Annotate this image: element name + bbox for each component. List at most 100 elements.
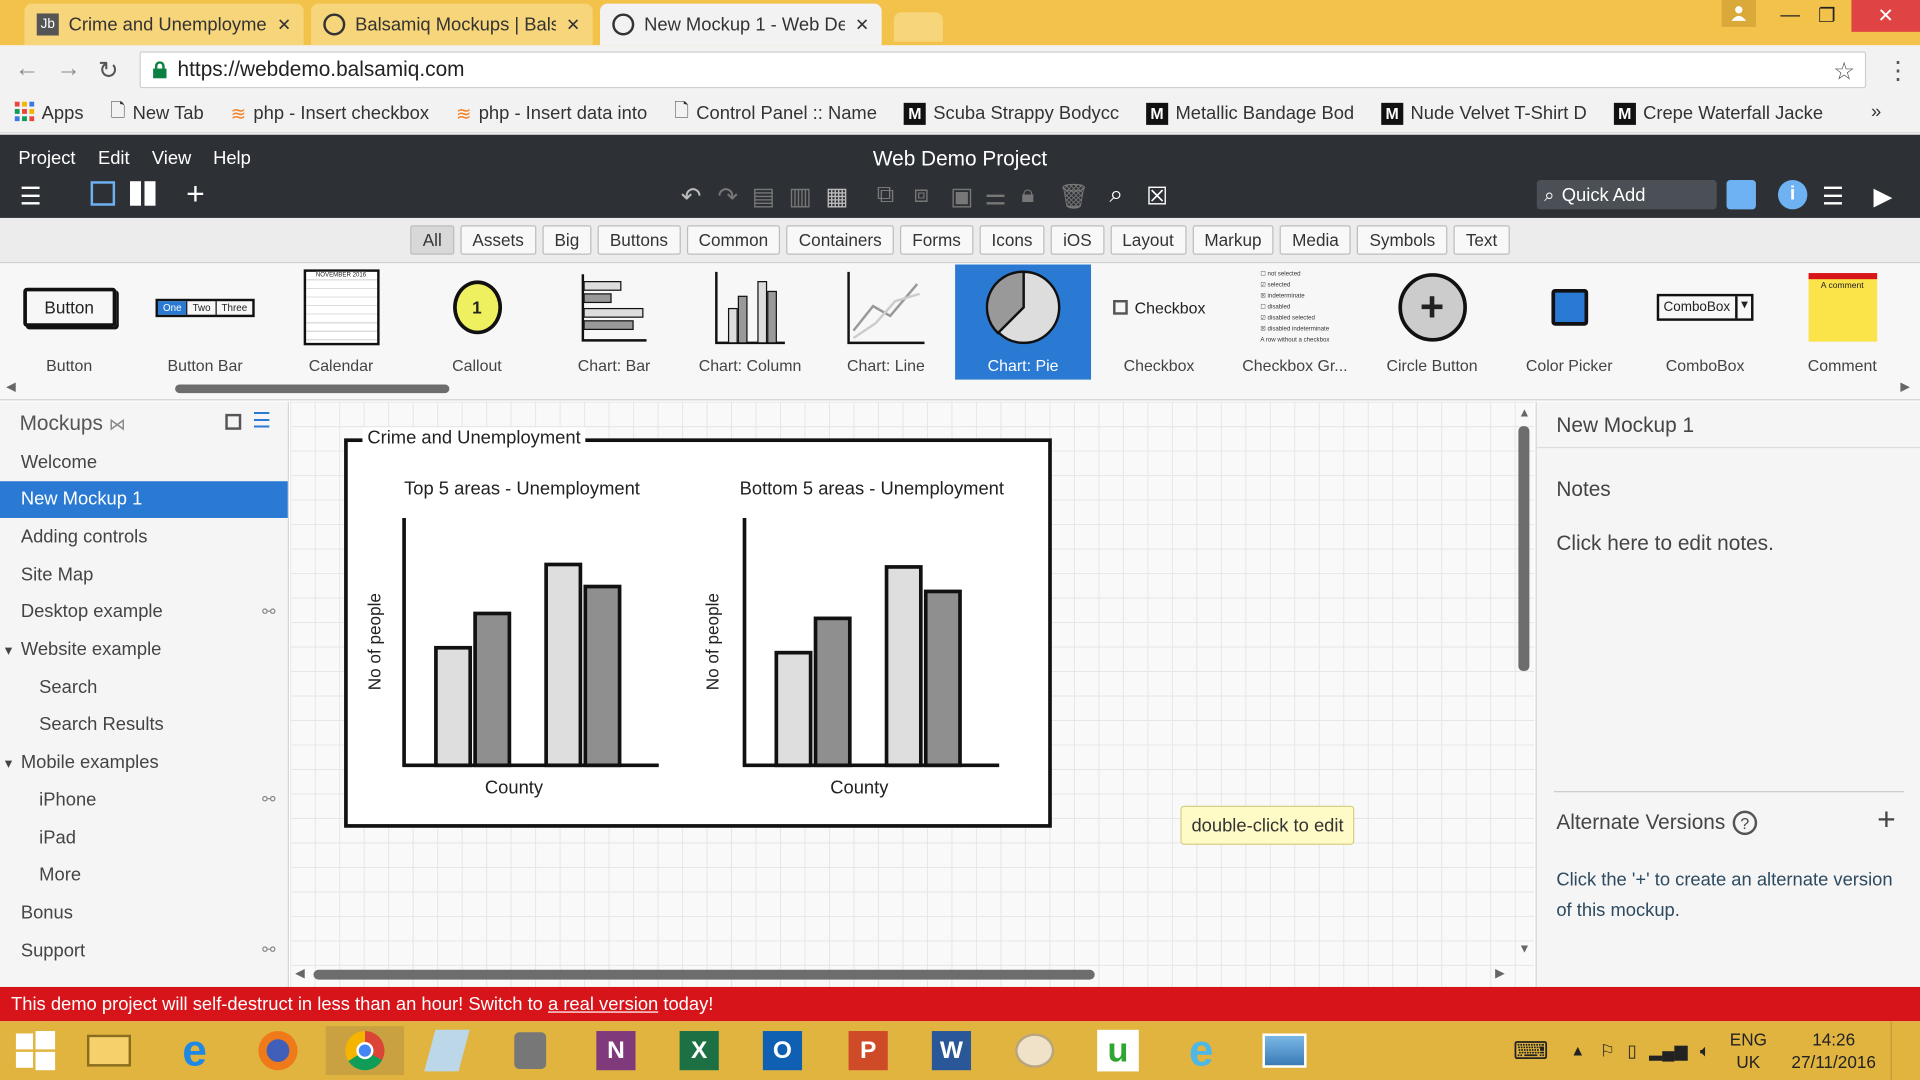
outlook-icon[interactable]: O [752, 1026, 813, 1075]
filter-buttons[interactable]: Buttons [597, 225, 681, 255]
volume-icon[interactable]: 🔈︎ [1700, 1040, 1710, 1061]
list-view-icon[interactable]: ☰ [252, 409, 271, 433]
profile-icon[interactable] [1721, 0, 1756, 27]
chrome-menu-icon[interactable]: ⋮ [1886, 55, 1910, 86]
restore-icon[interactable]: ❐ [1800, 0, 1854, 32]
windows-start-icon[interactable] [5, 1026, 66, 1075]
language-indicator[interactable]: ENG UK [1730, 1029, 1767, 1073]
sidebar-item[interactable]: More [0, 857, 288, 894]
notes-panel-icon[interactable]: ☰ [1822, 181, 1844, 212]
mockup-frame[interactable]: Crime and Unemployment Top 5 areas - Une… [344, 427, 1052, 828]
thumbnail-view-icon[interactable] [225, 413, 242, 430]
reload-icon[interactable]: ↻ [98, 55, 119, 86]
close-tab-icon[interactable]: ✕ [566, 14, 580, 35]
add-alternate-icon[interactable]: + [1877, 801, 1896, 839]
close-tab-icon[interactable]: ✕ [277, 14, 291, 35]
real-version-link[interactable]: a real version [548, 994, 658, 1015]
bookmark-item[interactable]: M Crepe Waterfall Jacke [1613, 102, 1823, 125]
excel-icon[interactable]: X [669, 1026, 730, 1075]
sidebar-item[interactable]: Search [0, 669, 288, 706]
paste-icon[interactable]: ▦ [825, 181, 848, 212]
lock-control-icon[interactable]: 🔒︎ [1021, 181, 1034, 209]
single-view-icon[interactable] [90, 181, 116, 206]
sidebar-item[interactable]: iPad [0, 819, 288, 856]
library-item-color-picker[interactable]: Color Picker [1501, 264, 1637, 379]
scroll-left-icon[interactable]: ◀ [6, 381, 15, 394]
bookmark-item[interactable]: M Nude Velvet T-Shirt D [1381, 102, 1587, 125]
bookmarks-overflow[interactable]: » [1871, 102, 1881, 123]
sidebar-item[interactable]: ▾ Mobile examples [0, 744, 288, 781]
library-item-callout[interactable]: 1 Callout [409, 264, 545, 379]
photos-icon[interactable] [1254, 1026, 1315, 1075]
firefox-icon[interactable] [247, 1026, 308, 1075]
show-desktop-button[interactable] [1890, 1021, 1920, 1080]
library-item-chart-line[interactable]: Chart: Line [818, 264, 954, 379]
file-explorer-icon[interactable] [78, 1026, 139, 1075]
word-icon[interactable]: W [921, 1026, 982, 1075]
library-item-button-bar[interactable]: One Two Three Button Bar [137, 264, 273, 379]
ungroup-icon[interactable]: ⧈ [913, 181, 929, 209]
filter-layout[interactable]: Layout [1110, 225, 1187, 255]
network-icon[interactable]: ▂▄▆ [1649, 1040, 1688, 1061]
scroll-left-icon[interactable]: ◀ [295, 967, 304, 980]
scroll-down-icon[interactable]: ▼ [1518, 943, 1530, 956]
sidebar-item[interactable]: Desktop example ⚯ [0, 594, 288, 631]
tray-expand-icon[interactable]: ▲ [1571, 1042, 1586, 1059]
filter-icons[interactable]: Icons [979, 225, 1045, 255]
battery-icon[interactable]: ▯ [1627, 1040, 1636, 1061]
filter-symbols[interactable]: Symbols [1357, 225, 1448, 255]
scroll-right-icon[interactable]: ▶ [1900, 381, 1909, 394]
undo-icon[interactable]: ↶ [681, 181, 702, 212]
cut-icon[interactable]: ▤ [752, 181, 775, 212]
sidebar-item[interactable]: Support ⚯ [0, 932, 288, 969]
filter-markup[interactable]: Markup [1192, 225, 1274, 255]
expand-arrow-icon[interactable]: ▾ [5, 641, 12, 658]
library-item-combobox[interactable]: ComboBox ▾ ComboBox [1637, 264, 1773, 379]
bookmark-item[interactable]: ≋ php - Insert data into [456, 102, 647, 124]
sidebar-item[interactable]: Search Results [0, 706, 288, 743]
notepad-icon[interactable] [416, 1026, 477, 1075]
library-item-comment[interactable]: A comment Comment [1774, 264, 1910, 379]
library-item-circle-button[interactable]: + Circle Button [1364, 264, 1500, 379]
paint-icon[interactable] [1004, 1026, 1065, 1075]
sidebar-item[interactable]: Welcome [0, 443, 288, 480]
bring-front-icon[interactable]: ▣ [950, 181, 973, 212]
hamburger-icon[interactable]: ☰ [20, 181, 42, 212]
filter-ios[interactable]: iOS [1050, 225, 1104, 255]
scroll-right-icon[interactable]: ▶ [1495, 967, 1504, 980]
notes-text[interactable]: Click here to edit notes. [1556, 531, 1774, 555]
grid-view-icon[interactable] [129, 181, 157, 206]
bookmark-item[interactable]: M Scuba Strappy Bodycc [903, 102, 1119, 125]
align-icon[interactable]: ⚌ [984, 181, 1006, 212]
present-icon[interactable]: ▶ [1873, 181, 1892, 212]
filter-big[interactable]: Big [542, 225, 592, 255]
filter-common[interactable]: Common [686, 225, 781, 255]
expand-arrow-icon[interactable]: ▾ [5, 754, 12, 771]
forward-icon[interactable]: → [56, 55, 80, 83]
browser-tab-active[interactable]: New Mockup 1 - Web De ✕ [600, 3, 882, 46]
library-item-checkbox[interactable]: Checkbox Checkbox [1091, 264, 1227, 379]
bookmark-item[interactable]: 🗋 New Tab [110, 98, 203, 129]
filter-forms[interactable]: Forms [900, 225, 974, 255]
sidebar-item[interactable]: ▾ Website example [0, 631, 288, 668]
mockup-canvas[interactable]: Crime and Unemployment Top 5 areas - Une… [290, 401, 1535, 987]
powerpoint-icon[interactable]: P [838, 1026, 899, 1075]
info-icon[interactable]: i [1777, 180, 1808, 210]
canvas-vertical-scrollbar[interactable] [1518, 426, 1530, 672]
bookmark-item[interactable]: ≋ php - Insert checkbox [231, 102, 429, 124]
find-icon[interactable]: ⌕ [1109, 181, 1123, 209]
delete-icon[interactable]: 🗑︎ [1058, 181, 1089, 212]
library-item-calendar[interactable]: NOVEMBER 2016 Calendar [273, 264, 409, 379]
library-scrollbar[interactable] [175, 384, 450, 394]
group-icon[interactable]: ⧉ [877, 181, 894, 209]
ultraedit-icon[interactable]: u [1087, 1026, 1148, 1075]
scroll-up-icon[interactable]: ▲ [1518, 407, 1530, 420]
library-item-chart-column[interactable]: Chart: Column [682, 264, 818, 379]
browser-tab[interactable]: Jb Crime and Unemploymen ✕ [24, 3, 304, 46]
quick-add-input[interactable]: ⌕ Quick Add [1536, 180, 1717, 210]
help-icon[interactable]: ? [1732, 810, 1758, 836]
edge-icon[interactable]: e [1171, 1025, 1232, 1075]
library-item-chart-pie[interactable]: Chart: Pie [955, 264, 1092, 380]
browser-tab[interactable]: Balsamiq Mockups | Bals ✕ [311, 3, 593, 46]
filter-assets[interactable]: Assets [460, 225, 537, 255]
